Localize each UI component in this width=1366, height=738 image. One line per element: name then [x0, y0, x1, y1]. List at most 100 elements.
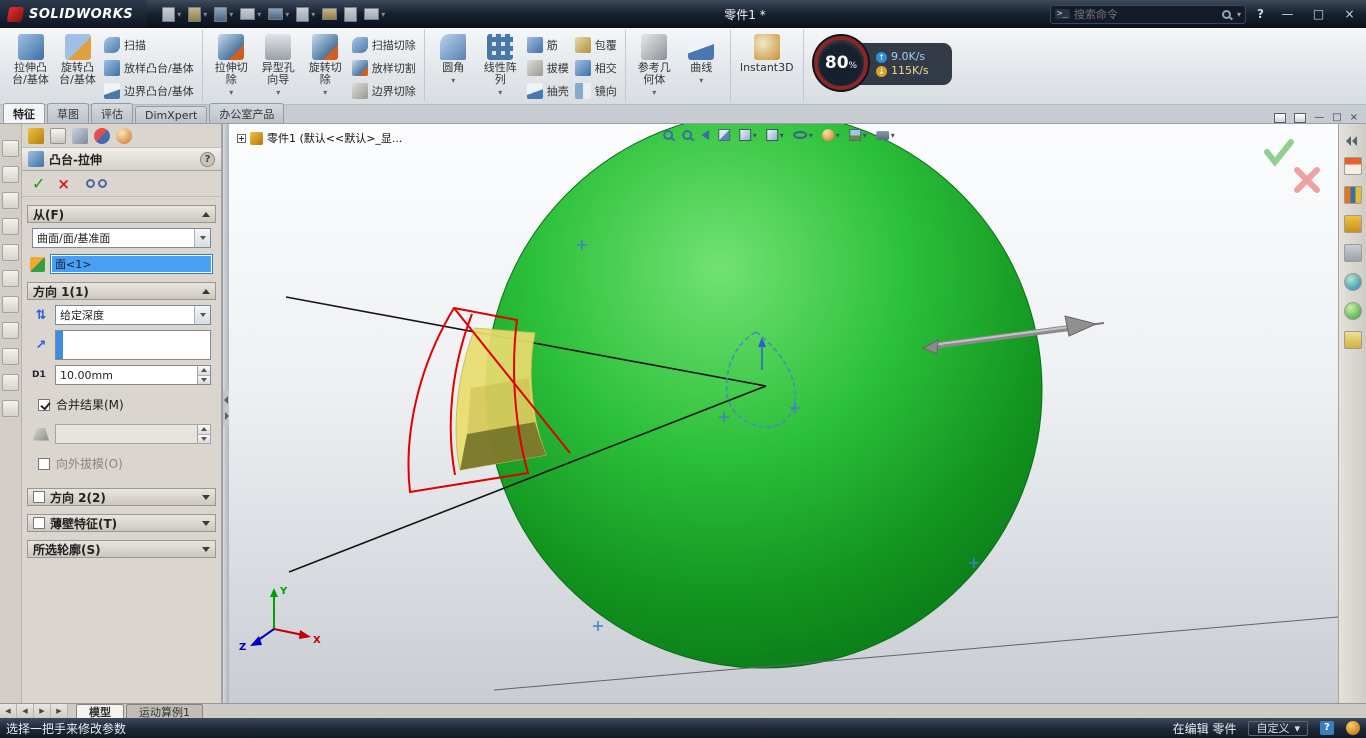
preview-glasses-icon[interactable]	[85, 179, 107, 188]
open-document-button[interactable]: ▾	[185, 3, 210, 25]
dropdown-button[interactable]	[194, 306, 210, 324]
left-toolbar-icon[interactable]	[2, 140, 19, 157]
file-properties-button[interactable]	[341, 3, 360, 25]
panel-splitter[interactable]	[222, 124, 230, 703]
expand-chevron-icon[interactable]	[202, 546, 210, 552]
direction2-checkbox[interactable]	[33, 491, 45, 503]
display-manager-tab-icon[interactable]	[116, 128, 132, 144]
model-tab[interactable]: 模型	[76, 704, 124, 719]
end-condition-dropdown[interactable]: 给定深度	[55, 305, 211, 325]
mirror-button[interactable]: 镜向	[572, 79, 620, 102]
linear-pattern-button[interactable]: 线性阵列 ▾	[477, 30, 524, 101]
view-settings-button[interactable]: ▾	[873, 125, 898, 145]
left-toolbar-icon[interactable]	[2, 166, 19, 183]
draft-angle-input[interactable]	[55, 424, 211, 444]
feature-tree-flyout[interactable]: 零件1 (默认<<默认>_显...	[237, 130, 402, 146]
left-toolbar-icon[interactable]	[2, 374, 19, 391]
expand-chevron-icon[interactable]	[202, 520, 210, 526]
tab-sketch[interactable]: 草图	[47, 103, 89, 123]
graphics-area[interactable]: Y X Z 零件1 (默认<<默认>_显... ▾ ▾ ▾ ▾ ▾ ▾	[229, 124, 1338, 703]
left-toolbar-icon[interactable]	[2, 348, 19, 365]
reverse-direction-icon[interactable]: ⇅	[32, 308, 50, 323]
hide-show-items-button[interactable]: ▾	[790, 125, 816, 145]
spin-up-icon[interactable]	[201, 368, 207, 373]
dimxpert-manager-tab-icon[interactable]	[94, 128, 110, 144]
help-button[interactable]: ?	[1252, 7, 1269, 21]
draft-spinner[interactable]	[197, 425, 210, 443]
apply-scene-button[interactable]: ▾	[846, 125, 870, 145]
close-button[interactable]: ×	[1337, 1, 1362, 27]
percent-gauge[interactable]: 80 %	[814, 36, 868, 90]
network-speed-overlay[interactable]: ↑ 9.0K/s ↓ 115K/s 80 %	[814, 36, 952, 90]
chevron-down-icon[interactable]: ▾	[311, 10, 315, 19]
chevron-down-icon[interactable]: ▾	[285, 10, 289, 19]
intersect-button[interactable]: 相交	[572, 56, 620, 79]
chevron-down-icon[interactable]: ▾	[652, 87, 656, 99]
thin-feature-checkbox[interactable]	[33, 517, 45, 529]
left-toolbar-icon[interactable]	[2, 322, 19, 339]
tab-features[interactable]: 特征	[3, 103, 45, 123]
instant3d-button[interactable]: Instant3D	[736, 30, 798, 101]
edit-appearance-button[interactable]: ▾	[819, 125, 843, 145]
chevron-down-icon[interactable]: ▾	[699, 75, 703, 87]
view-palette-icon[interactable]	[1343, 244, 1362, 262]
tab-scroll-first-button[interactable]: ◀	[0, 704, 17, 718]
left-toolbar-icon[interactable]	[2, 270, 19, 287]
collapse-chevron-icon[interactable]	[202, 211, 210, 217]
appearances-scenes-icon[interactable]	[1343, 273, 1362, 291]
chevron-down-icon[interactable]: ▾	[381, 10, 385, 19]
chevron-down-icon[interactable]: ▾	[229, 10, 233, 19]
from-selection-box[interactable]: 面<1>	[50, 254, 213, 274]
sphere-body[interactable]	[485, 124, 1043, 669]
chevron-down-icon[interactable]: ▾	[498, 87, 502, 99]
chevron-down-icon[interactable]: ▾	[203, 10, 207, 19]
undo-button[interactable]: ▾	[265, 3, 292, 25]
dropdown-button[interactable]	[194, 229, 210, 247]
custom-properties-icon[interactable]	[1343, 302, 1362, 320]
chevron-down-icon[interactable]: ▾	[257, 10, 261, 19]
left-toolbar-icon[interactable]	[2, 244, 19, 261]
collapse-chevron-icon[interactable]	[202, 288, 210, 294]
swept-boss-button[interactable]: 扫描	[101, 33, 197, 56]
depth-input[interactable]: 10.00mm	[55, 365, 211, 385]
tab-office-products[interactable]: 办公室产品	[209, 103, 285, 123]
pm-help-button[interactable]: ?	[200, 151, 215, 167]
draft-outward-checkbox[interactable]	[38, 457, 50, 470]
left-toolbar-icon[interactable]	[2, 192, 19, 209]
status-corner-icon[interactable]	[1346, 721, 1360, 735]
feature-manager-tab-icon[interactable]	[28, 128, 44, 144]
extruded-boss-button[interactable]: 拉伸凸台/基体	[7, 30, 54, 101]
tab-scroll-next-button[interactable]: ▶	[34, 704, 51, 718]
doc-minimize-button[interactable]: —	[1314, 112, 1324, 123]
search-input[interactable]	[1073, 7, 1219, 21]
status-help-button[interactable]: ?	[1320, 721, 1334, 735]
zoom-fit-button[interactable]	[660, 125, 676, 145]
minimize-button[interactable]: —	[1275, 1, 1300, 27]
selected-contours-section-header[interactable]: 所选轮廓(S)	[27, 540, 216, 558]
fillet-button[interactable]: 圆角 ▾	[430, 30, 477, 101]
pm-cancel-button[interactable]: ×	[57, 175, 70, 193]
solidworks-resources-icon[interactable]	[1343, 157, 1362, 175]
spin-down-icon[interactable]	[201, 377, 207, 382]
chevron-down-icon[interactable]: ▾	[1237, 10, 1241, 19]
spin-up-icon[interactable]	[201, 427, 207, 432]
motion-study-tab[interactable]: 运动算例1	[126, 704, 203, 719]
display-style-button[interactable]: ▾	[763, 125, 787, 145]
save-button[interactable]: ▾	[211, 3, 236, 25]
previous-view-button[interactable]	[698, 125, 712, 145]
pane-left-icon[interactable]	[1274, 112, 1287, 123]
document-recovery-icon[interactable]	[1343, 331, 1362, 349]
chevron-down-icon[interactable]: ▾	[276, 87, 280, 99]
rib-button[interactable]: 筋	[524, 33, 572, 56]
left-toolbar-icon[interactable]	[2, 296, 19, 313]
tab-evaluate[interactable]: 评估	[91, 103, 133, 123]
left-toolbar-icon[interactable]	[2, 218, 19, 235]
left-toolbar-icon[interactable]	[2, 400, 19, 417]
lofted-cut-button[interactable]: 放样切割	[349, 56, 419, 79]
confirm-ok-button[interactable]	[1264, 139, 1294, 167]
section-view-button[interactable]	[715, 125, 733, 145]
chevron-down-icon[interactable]: ▾	[177, 10, 181, 19]
direction1-section-header[interactable]: 方向 1(1)	[27, 282, 216, 300]
pane-right-icon[interactable]	[1294, 112, 1307, 123]
depth-spinner[interactable]	[197, 366, 210, 384]
